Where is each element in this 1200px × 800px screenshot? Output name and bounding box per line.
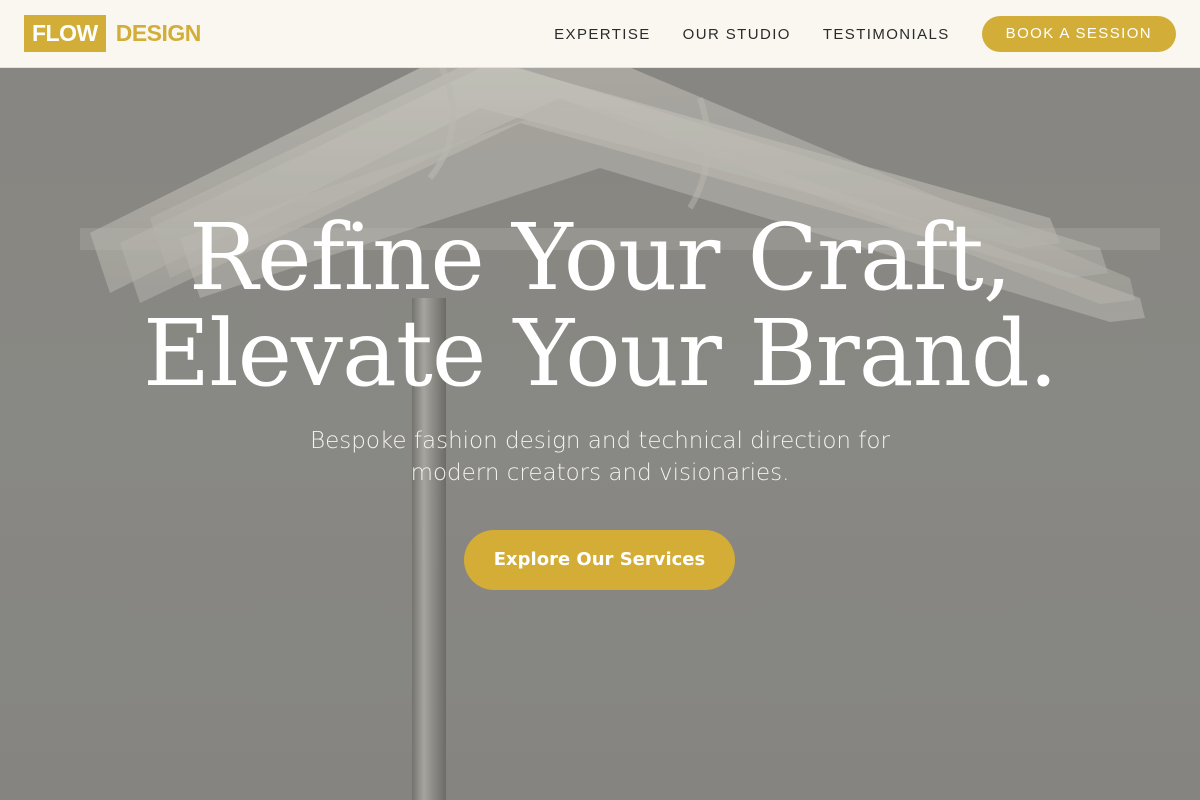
hero-headline: Refine Your Craft, Elevate Your Brand. (0, 210, 1200, 402)
brand-logo[interactable]: FLOW DESIGN (24, 15, 201, 52)
hero-subtitle-line2: modern creators and visionaries. (410, 460, 790, 486)
book-session-button[interactable]: BOOK A SESSION (981, 16, 1176, 52)
hero-headline-line2: Elevate Your Brand. (143, 300, 1058, 407)
hero-subtitle: Bespoke fashion design and technical dir… (250, 425, 950, 489)
logo-box-text: FLOW (24, 15, 106, 52)
nav-link-testimonials[interactable]: TESTIMONIALS (823, 26, 950, 43)
nav-link-our-studio[interactable]: OUR STUDIO (683, 26, 791, 43)
nav-link-expertise[interactable]: EXPERTISE (554, 26, 651, 43)
site-header: FLOW DESIGN EXPERTISE OUR STUDIO TESTIMO… (0, 0, 1200, 68)
hero-headline-line1: Refine Your Craft, (188, 204, 1012, 311)
logo-text: DESIGN (115, 20, 202, 46)
main-nav: EXPERTISE OUR STUDIO TESTIMONIALS BOOK A… (554, 0, 1176, 68)
hero-subtitle-line1: Bespoke fashion design and technical dir… (310, 428, 890, 454)
explore-services-button[interactable]: Explore Our Services (464, 530, 735, 590)
hero-section: Refine Your Craft, Elevate Your Brand. B… (0, 68, 1200, 800)
